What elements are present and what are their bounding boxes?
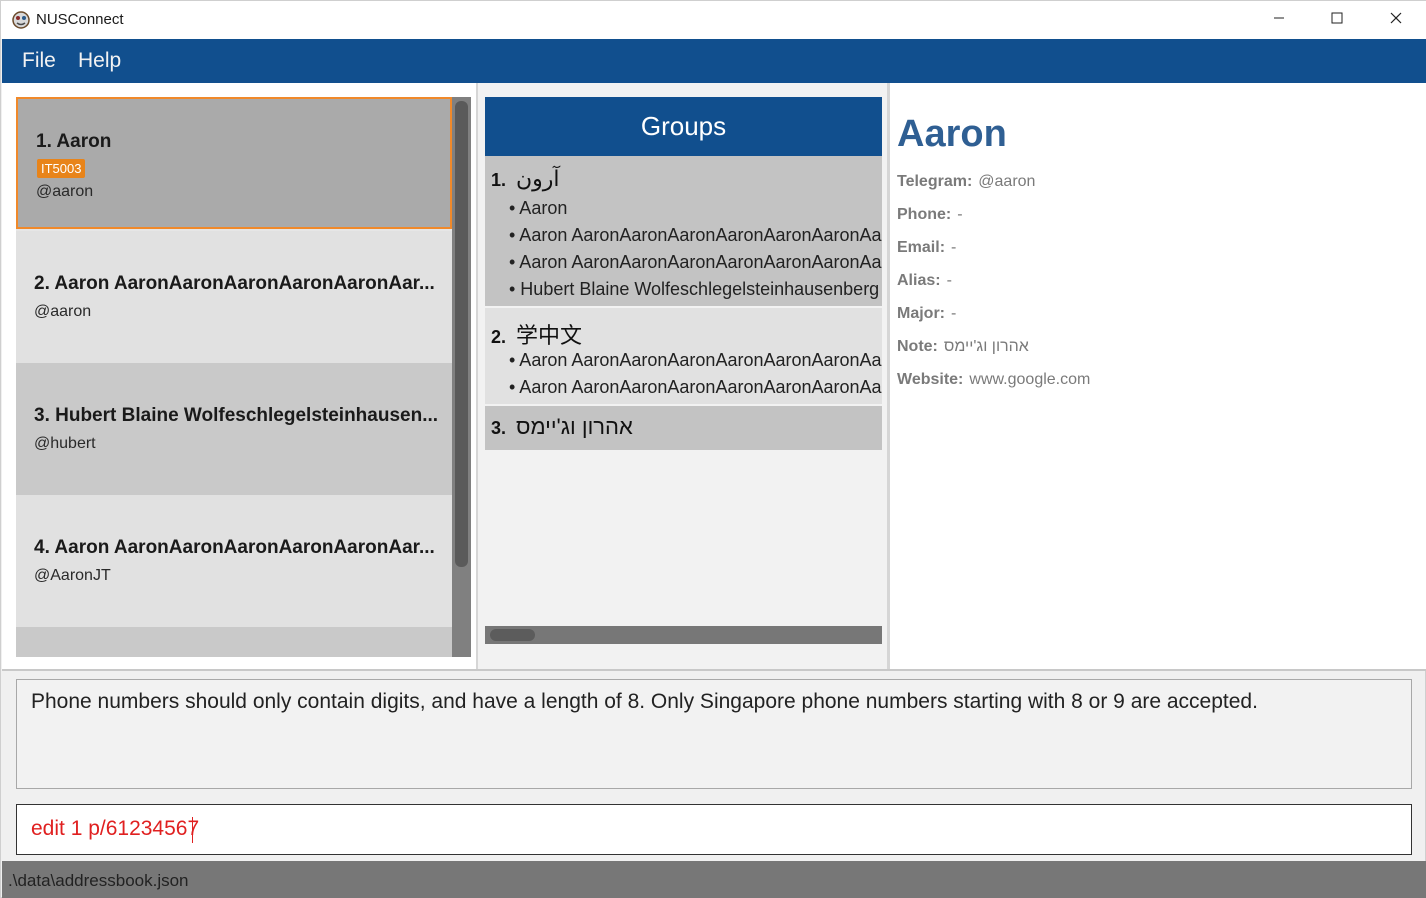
detail-major: Major: -	[897, 305, 956, 323]
detail-telegram: Telegram: @aaron	[897, 173, 1035, 191]
group-title: 3. אהרון וג'יימס	[491, 414, 633, 440]
person-list-scroll-thumb[interactable]	[455, 101, 468, 567]
section-divider	[2, 669, 1426, 671]
group-member: • Aaron AaronAaronAaronAaronAaronAaronAa	[509, 350, 882, 370]
groups-header: Groups	[485, 97, 882, 156]
person-detail-panel: Aaron Telegram: @aaron Phone: - Email: - Al…	[890, 83, 1426, 670]
groups-panel: Groups 1. آرون • Aaron • Aaron AaronAaron…	[478, 83, 887, 670]
detail-label: Phone:	[897, 206, 952, 223]
menu-file[interactable]: File	[22, 49, 56, 73]
detail-label: Major:	[897, 305, 945, 322]
group-cell[interactable]: 2. 学中文 • Aaron AaronAaronAaronAaronAaronA…	[485, 308, 882, 404]
group-member: • Aaron AaronAaronAaronAaronAaronAaronAa	[509, 225, 882, 245]
person-handle: @aaron	[36, 183, 94, 200]
close-button[interactable]	[1367, 1, 1425, 39]
command-box[interactable]	[16, 804, 1412, 855]
maximize-icon	[1331, 11, 1343, 29]
detail-name: Aaron	[897, 113, 1007, 155]
minimize-icon	[1273, 11, 1285, 29]
menu-bar: File Help	[2, 39, 1426, 83]
detail-label: Website:	[897, 371, 964, 388]
window-title: NUSConnect	[36, 11, 124, 28]
group-cell[interactable]: 1. آرون • Aaron • Aaron AaronAaronAaronAa…	[485, 156, 882, 306]
person-card[interactable]: 1. Aaron IT5003 @aaron	[16, 97, 452, 229]
detail-label: Telegram:	[897, 173, 973, 190]
save-location: .\data\addressbook.json	[8, 871, 189, 890]
detail-value[interactable]: www.google.com	[969, 371, 1090, 388]
person-name: 1. Aaron	[36, 131, 112, 152]
person-card[interactable]: 2. Aaron AaronAaronAaronAaronAaronAar...…	[16, 231, 452, 363]
group-member: • Aaron AaronAaronAaronAaronAaronAaronAa	[509, 252, 882, 272]
result-display[interactable]: Phone numbers should only contain digits…	[16, 679, 1412, 789]
person-tag: IT5003	[37, 159, 86, 178]
detail-website: Website: www.google.com	[897, 371, 1090, 389]
detail-value: -	[946, 272, 952, 289]
app-window: NUSConnect File Help 1. Aaron IT5003 @aa…	[0, 0, 1426, 898]
menu-help[interactable]: Help	[78, 49, 121, 73]
maximize-button[interactable]	[1308, 1, 1366, 39]
detail-label: Note:	[897, 338, 938, 355]
status-bar: .\data\addressbook.json	[2, 861, 1426, 898]
detail-value: אהרון וג'יימס	[943, 338, 1029, 355]
group-list: 1. آرون • Aaron • Aaron AaronAaronAaronAa…	[485, 156, 882, 626]
group-member: • Hubert Blaine Wolfeschlegelsteinhausen…	[509, 279, 880, 299]
command-input[interactable]	[31, 817, 1391, 841]
person-handle: @AaronJT	[34, 567, 111, 584]
person-name: 4. Aaron AaronAaronAaronAaronAaronAar...	[34, 537, 435, 558]
person-name: 2. Aaron AaronAaronAaronAaronAaronAar...	[34, 273, 435, 294]
group-name: 学中文	[516, 323, 583, 348]
minimize-button[interactable]	[1250, 1, 1308, 39]
person-card[interactable]	[16, 627, 452, 657]
title-bar: NUSConnect	[1, 1, 1426, 39]
person-name: 3. Hubert Blaine Wolfeschlegelsteinhause…	[34, 405, 439, 426]
detail-value: @aaron	[978, 173, 1036, 190]
result-message: Phone numbers should only contain digits…	[31, 690, 1258, 713]
detail-value: -	[957, 206, 963, 223]
detail-alias: Alias: -	[897, 272, 952, 290]
group-number: 1.	[491, 170, 507, 190]
group-number: 3.	[491, 418, 507, 438]
group-title: 1. آرون	[491, 166, 560, 192]
person-handle: @aaron	[34, 303, 92, 320]
group-member: • Aaron AaronAaronAaronAaronAaronAaronAa	[509, 377, 882, 397]
group-name: آرون	[516, 166, 560, 191]
detail-value: -	[951, 239, 957, 256]
person-list-panel: 1. Aaron IT5003 @aaron 2. Aaron AaronAar…	[2, 83, 476, 670]
group-list-scrollbar[interactable]	[485, 626, 882, 644]
detail-label: Alias:	[897, 272, 941, 289]
detail-note: Note: אהרון וג'יימס	[897, 338, 1029, 356]
person-card[interactable]: 3. Hubert Blaine Wolfeschlegelsteinhause…	[16, 363, 452, 495]
close-icon	[1390, 11, 1402, 29]
group-title: 2. 学中文	[491, 318, 582, 350]
group-name: אהרון וג'יימס	[516, 414, 633, 439]
text-cursor	[192, 817, 193, 843]
person-handle: @hubert	[34, 435, 96, 452]
group-cell[interactable]: 3. אהרון וג'יימס	[485, 406, 882, 450]
group-member: • Aaron	[509, 198, 568, 218]
detail-value: -	[951, 305, 957, 322]
app-icon	[11, 10, 31, 30]
person-list: 1. Aaron IT5003 @aaron 2. Aaron AaronAar…	[16, 97, 471, 657]
group-list-scroll-thumb[interactable]	[490, 629, 535, 641]
group-number: 2.	[491, 327, 507, 347]
person-card[interactable]: 4. Aaron AaronAaronAaronAaronAaronAar...…	[16, 495, 452, 627]
detail-label: Email:	[897, 239, 946, 256]
detail-phone: Phone: -	[897, 206, 963, 224]
detail-email: Email: -	[897, 239, 956, 257]
